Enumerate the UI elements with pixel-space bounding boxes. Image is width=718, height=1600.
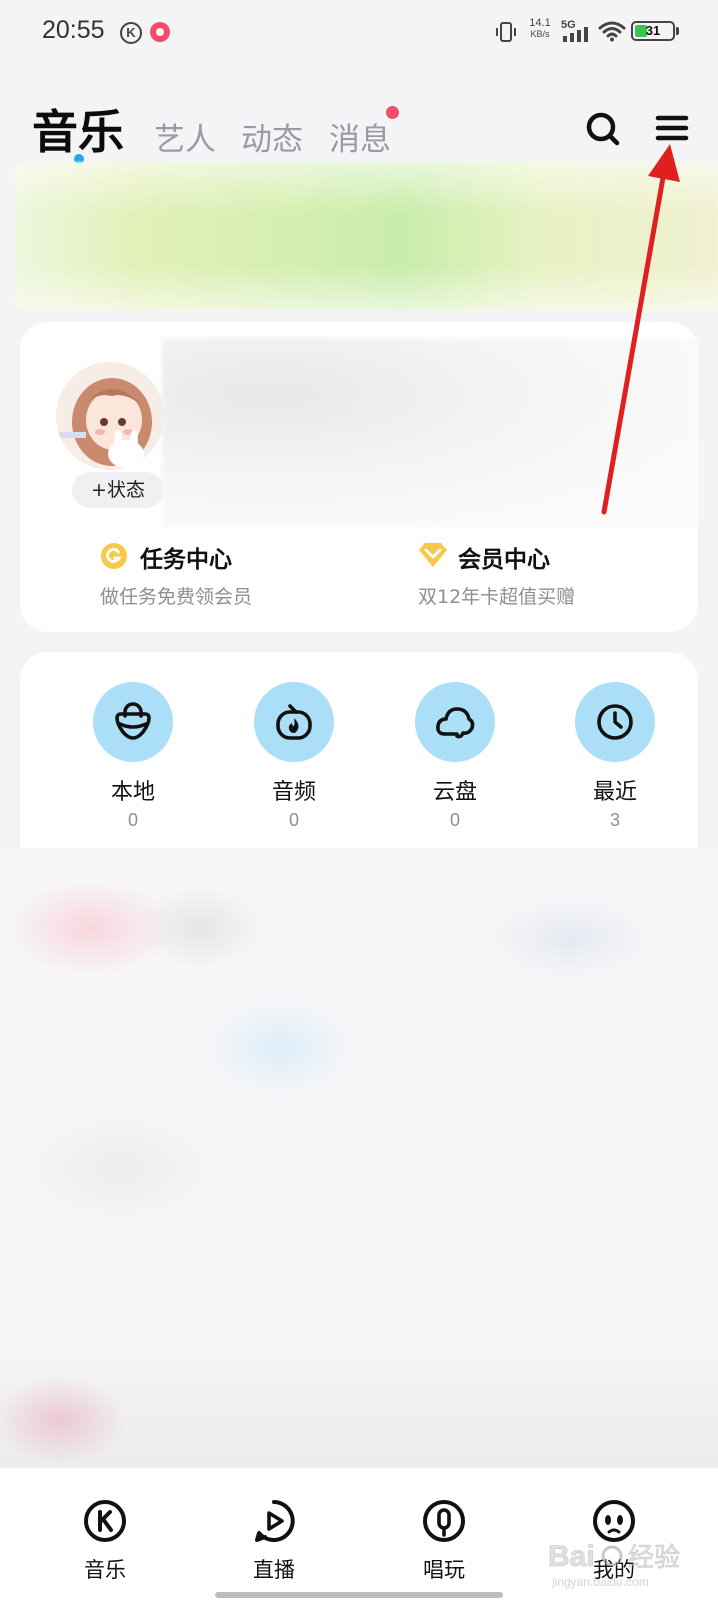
quick-circle <box>254 682 334 762</box>
quick-item-local[interactable]: 本地 0 <box>83 682 183 842</box>
add-status-button[interactable]: +状态 <box>72 472 164 508</box>
top-tabs: 音乐 艺人 动态 消息 <box>0 80 718 164</box>
quick-circle <box>575 682 655 762</box>
promo-banner[interactable] <box>16 162 718 310</box>
live-play-icon <box>255 1500 295 1542</box>
app-notification-icon <box>150 22 170 42</box>
quick-item-audio[interactable]: 音频 0 <box>244 682 344 842</box>
quick-count: 0 <box>288 810 299 830</box>
avatar-illustration <box>56 362 164 470</box>
radio-flame-icon <box>276 704 312 740</box>
avatar[interactable] <box>56 362 164 470</box>
quick-circle <box>415 682 495 762</box>
quick-count: 0 <box>127 810 138 830</box>
profile-info-blurred <box>162 338 698 528</box>
nav-item-sing[interactable]: 唱玩 <box>399 1498 489 1584</box>
quick-label: 云盘 <box>432 780 477 805</box>
profile-card: +状态 任务中心 做任务免费领会员 会员中心 双12年卡超值买赠 <box>20 322 698 632</box>
nav-label: 唱玩 <box>423 1558 465 1582</box>
quick-count: 0 <box>449 810 460 830</box>
home-indicator[interactable] <box>215 1592 503 1598</box>
vibrate-icon <box>496 22 516 42</box>
microphone-icon <box>423 1500 465 1542</box>
quick-circle <box>93 682 173 762</box>
vip-center-subtitle: 双12年卡超值买赠 <box>418 586 576 608</box>
nav-item-music[interactable]: 音乐 <box>60 1498 150 1584</box>
svg-text:Bai: Bai <box>548 1540 595 1573</box>
quick-item-cloud[interactable]: 云盘 0 <box>405 682 505 842</box>
net-speed-unit: KB/s <box>530 29 550 39</box>
diamond-icon <box>419 543 447 567</box>
net-speed-value: 14.1 <box>529 17 551 29</box>
nav-label: 直播 <box>253 1558 295 1582</box>
battery-icon: 31 <box>631 21 675 41</box>
tab-artist[interactable]: 艺人 <box>154 114 216 159</box>
quick-access-card: 本地 0 音频 0 云盘 0 最近 3 <box>20 652 698 848</box>
network-type-label: 5G <box>561 19 576 31</box>
signal-5g-icon: 5G <box>561 19 588 42</box>
lock-bag-icon <box>115 702 151 740</box>
baidu-jingyan-watermark: Bai 经验 jingyan.baidu.com <box>548 1540 680 1589</box>
task-center-title: 任务中心 <box>140 547 232 573</box>
menu-icon[interactable] <box>654 110 690 146</box>
vip-center-title: 会员中心 <box>458 547 550 573</box>
task-center-entry[interactable]: 任务中心 做任务免费领会员 <box>100 534 360 614</box>
tab-feed[interactable]: 动态 <box>241 114 303 159</box>
task-center-subtitle: 做任务免费领会员 <box>100 586 253 608</box>
quick-count: 3 <box>609 810 620 830</box>
net-speed: 14.1 KB/s <box>525 18 555 40</box>
k-music-icon <box>84 1500 126 1542</box>
nav-label: 音乐 <box>84 1558 126 1582</box>
quick-label: 最近 <box>592 780 637 805</box>
cloud-icon <box>436 707 475 739</box>
messages-unread-badge <box>386 106 399 119</box>
quick-label: 本地 <box>110 780 155 805</box>
quick-label: 音频 <box>271 780 316 805</box>
mini-player-blurred[interactable] <box>0 1360 718 1470</box>
battery-level: 31 <box>645 23 661 38</box>
svg-text:jingyan.baidu.com: jingyan.baidu.com <box>551 1575 649 1589</box>
vip-center-entry[interactable]: 会员中心 双12年卡超值买赠 <box>418 534 678 614</box>
tab-messages[interactable]: 消息 <box>329 114 391 159</box>
tab-music[interactable]: 音乐 <box>32 96 124 162</box>
status-time: 20:55 <box>42 16 105 44</box>
clock-icon <box>597 704 633 740</box>
quick-item-recent[interactable]: 最近 3 <box>565 682 665 842</box>
wifi-icon <box>598 21 626 42</box>
svg-text:经验: 经验 <box>628 1543 680 1573</box>
gold-coin-icon <box>101 543 127 569</box>
search-icon[interactable] <box>584 110 622 148</box>
nav-item-live[interactable]: 直播 <box>229 1498 319 1584</box>
k-notification-icon: K <box>120 22 142 44</box>
status-bar: 20:55 K 14.1 KB/s 5G 31 <box>0 0 718 64</box>
battery-cap <box>676 27 679 35</box>
